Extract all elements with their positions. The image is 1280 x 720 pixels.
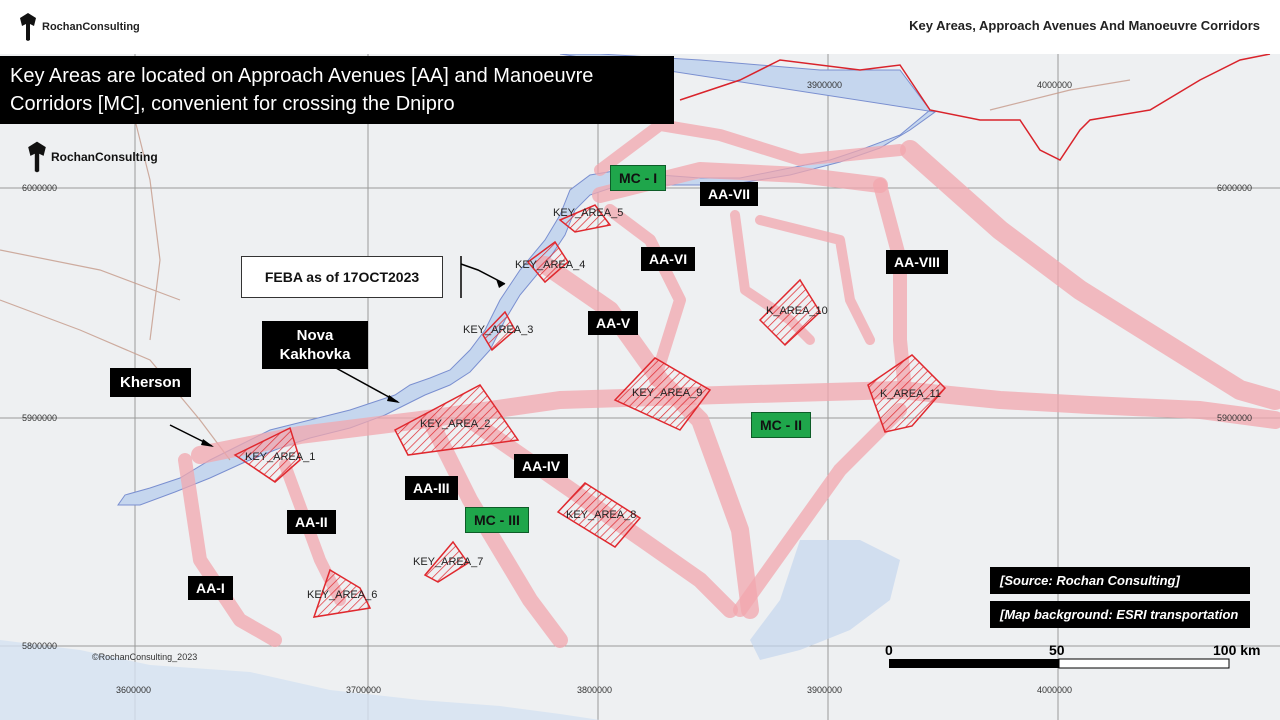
key-area-6-label: KEY_AREA_6 [307,589,378,601]
key-area-11-label: K_AREA_11 [880,388,941,400]
page-title: Key Areas, Approach Avenues And Manoeuvr… [909,18,1260,33]
mc-i-label: MC - I [610,165,667,191]
coord-y-6000000: 6000000 [22,183,58,193]
coord-right-6000000: 6000000 [1217,183,1253,193]
copyright-credit: ©RochanConsulting_2023 [92,652,198,662]
coord-top-3900000: 3900000 [807,80,843,90]
map-title-banner: Key Areas are located on Approach Avenue… [0,56,674,124]
key-area-7-label: KEY_AREA_7 [413,556,484,568]
scale-label-100: 100 km [1213,642,1261,658]
feba-marker [460,256,506,298]
aa-i-label: AA-I [188,576,233,600]
aa-vi-label: AA-VI [641,247,696,271]
nova-kakhovka-line-2: Kakhovka [279,346,351,363]
header-brand-text: RochanConsulting [42,21,140,33]
scale-bar [889,658,1230,669]
coord-y-5900000: 5900000 [22,413,58,423]
map-brand-logo-icon [28,141,46,173]
map-brand: RochanConsulting [26,140,158,174]
aa-vii-label: AA-VII [700,182,758,206]
key-area-5-label: KEY_AREA_5 [553,207,624,219]
coord-top-4000000: 4000000 [1037,80,1073,90]
scale-label-50: 50 [1049,642,1065,658]
key-area-9-label: KEY_AREA_9 [632,387,703,399]
coord-y-5800000: 5800000 [22,641,58,651]
banner-line-1: Key Areas are located on Approach Avenue… [10,65,594,87]
key-area-1-label: KEY_AREA_1 [245,451,316,463]
key-area-8-label: KEY_AREA_8 [566,509,637,521]
aa-v-label: AA-V [588,311,639,335]
key-area-10-label: K_AREA_10 [766,305,828,317]
coord-x-3900000: 3900000 [807,685,843,695]
header-brand: RochanConsulting [18,12,140,42]
mc-iii-label: MC - III [465,507,529,533]
header: RochanConsulting Key Areas, Approach Ave… [0,0,1280,55]
aa-iii-label: AA-III [405,476,458,500]
map-brand-text: RochanConsulting [51,150,158,164]
brand-logo-icon [20,13,36,41]
aa-viii-label: AA-VIII [886,250,948,274]
coord-right-5900000: 5900000 [1217,413,1253,423]
sea-water [0,640,600,720]
kherson-label: Kherson [110,368,191,397]
mc-ii-label: MC - II [751,412,811,438]
key-area-2-label: KEY_AREA_2 [420,418,491,430]
banner-line-2: Corridors [MC], convenient for crossing … [10,93,455,115]
feba-label: FEBA as of 17OCT2023 [241,256,443,298]
source-label: [Source: Rochan Consulting] [990,567,1250,594]
coord-x-3600000: 3600000 [116,685,152,695]
map-background-label: [Map background: ESRI transportation [990,601,1250,628]
nova-kakhovka-line-1: Nova [296,327,334,344]
nova-kakhovka-label: Nova Kakhovka [262,321,368,369]
coord-x-4000000: 4000000 [1037,685,1073,695]
key-area-4-label: KEY_AREA_4 [515,259,586,271]
aa-ii-label: AA-II [287,510,336,534]
coord-x-3800000: 3800000 [577,685,613,695]
coord-x-3700000: 3700000 [346,685,382,695]
key-area-3-label: KEY_AREA_3 [463,324,534,336]
scale-label-0: 0 [885,642,893,658]
aa-iv-label: AA-IV [514,454,569,478]
